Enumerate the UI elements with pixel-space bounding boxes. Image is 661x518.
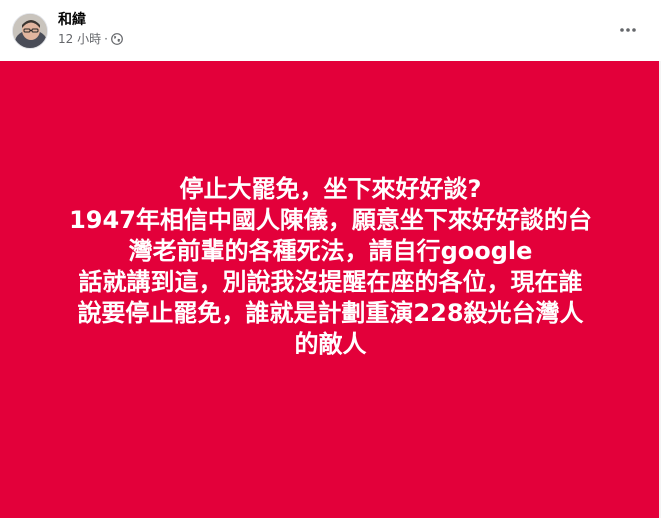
post-text-line: 1947年相信中國人陳儀，願意坐下來好好談的台 xyxy=(69,206,592,234)
post-text-line: 停止大罷免，坐下來好好談? xyxy=(179,175,482,203)
post-text-line: 說要停止罷免，誰就是計劃重演228殺光台灣人 xyxy=(77,299,584,327)
facebook-post: 和緯 12 小時 · 停止大罷免，坐下來好好談? 1947年相信中國人陳儀，願意… xyxy=(0,0,661,518)
post-text-line: 話就講到這，別說我沒提醒在座的各位，現在誰 xyxy=(78,268,583,296)
profile-photo-icon xyxy=(13,14,47,48)
more-options-button[interactable] xyxy=(610,12,646,48)
more-horizontal-icon xyxy=(620,28,636,32)
meta-separator: · xyxy=(104,32,108,46)
post-header: 和緯 12 小時 · xyxy=(0,0,661,60)
globe-icon[interactable] xyxy=(111,33,123,45)
post-meta: 12 小時 · xyxy=(58,31,123,47)
post-text: 停止大罷免，坐下來好好談? 1947年相信中國人陳儀，願意坐下來好好談的台 灣老… xyxy=(20,174,641,360)
post-timestamp[interactable]: 12 小時 xyxy=(58,31,101,47)
author-avatar[interactable] xyxy=(12,13,48,49)
post-text-line: 灣老前輩的各種死法，請自行google xyxy=(128,237,533,265)
post-text-line: 的敵人 xyxy=(294,330,367,358)
author-name[interactable]: 和緯 xyxy=(58,11,86,29)
post-background-card: 停止大罷免，坐下來好好談? 1947年相信中國人陳儀，願意坐下來好好談的台 灣老… xyxy=(0,61,661,518)
